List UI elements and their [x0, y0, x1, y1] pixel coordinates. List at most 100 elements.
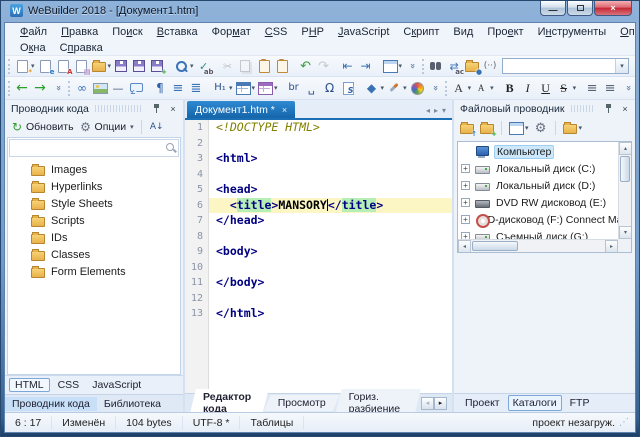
browser-preview-button[interactable]: ▾	[381, 57, 404, 75]
code-editor[interactable]: 1<!DOCTYPE HTML>23<html>45<head>6 <title…	[185, 120, 452, 393]
folder-up-button[interactable]: ↑	[458, 119, 476, 137]
toolbar-overflow-button[interactable]: »	[49, 79, 67, 97]
code-explorer-search-input[interactable]	[10, 141, 164, 155]
paragraph-button[interactable]: ¶	[151, 79, 169, 97]
menu-item-0-11[interactable]: Инструменты	[531, 25, 614, 39]
scrollbar-thumb[interactable]	[620, 156, 630, 182]
document-tab[interactable]: Документ1.htm * ×	[187, 101, 295, 118]
file-tree-row[interactable]: +CD-дисковод (F:) Connect Mana	[458, 211, 618, 228]
refresh-button[interactable]: ↻ Обновить	[9, 118, 76, 136]
tree-item[interactable]: Form Elements	[8, 263, 180, 280]
scrollbar-thumb[interactable]	[472, 241, 518, 251]
menu-item-0-4[interactable]: Формат	[205, 25, 258, 39]
expander-icon[interactable]: +	[461, 164, 470, 173]
bold-button[interactable]: B	[501, 79, 519, 97]
clipboard-button[interactable]	[273, 57, 291, 75]
menu-item-0-12[interactable]: Опции	[613, 25, 636, 39]
settings-button[interactable]: ⚙	[532, 119, 550, 137]
tree-item[interactable]: Scripts	[8, 212, 180, 229]
undo-button[interactable]: ↶	[297, 57, 315, 75]
editor-view-tab-2[interactable]: Гориз. разбиение	[335, 389, 421, 412]
resize-grip-icon[interactable]: ⋰	[619, 417, 629, 428]
left-panel-tab-1[interactable]: Библиотека	[97, 397, 168, 411]
save-all-button[interactable]	[130, 57, 148, 75]
align-left-button[interactable]: ≡	[583, 79, 601, 97]
editor-view-tab-0[interactable]: Редактор кода	[189, 389, 269, 412]
expander-icon[interactable]: +	[461, 181, 470, 190]
chevron-down-icon[interactable]: ▾	[615, 59, 628, 73]
close-tab-icon[interactable]: ×	[282, 105, 287, 115]
menu-item-1-1[interactable]: Справка	[53, 41, 110, 55]
menu-item-0-6[interactable]: PHP	[294, 25, 331, 39]
editor-view-tab-1[interactable]: Просмотр	[264, 395, 340, 411]
search-combobox-input[interactable]	[503, 60, 615, 72]
menu-item-0-0[interactable]: Файл	[13, 25, 54, 39]
heading-button[interactable]: H₁▾	[211, 79, 234, 97]
menu-item-0-2[interactable]: Поиск	[105, 25, 150, 39]
color-picker-button[interactable]	[408, 79, 426, 97]
find-in-files-button[interactable]: ●	[463, 57, 481, 75]
decrease-indent-button[interactable]: ⇤	[339, 57, 357, 75]
file-tree-row[interactable]: +Съемный диск (G:)	[458, 228, 618, 239]
increase-indent-button[interactable]: ⇥	[357, 57, 375, 75]
font-decrease-button[interactable]: A▾	[472, 79, 495, 97]
sort-button[interactable]: A↓	[147, 118, 167, 136]
doc-type-tab-0[interactable]: HTML	[9, 378, 50, 392]
tree-item[interactable]: IDs	[8, 229, 180, 246]
right-panel-tab-2[interactable]: FTP	[566, 396, 594, 410]
expander-icon[interactable]: +	[461, 198, 470, 207]
search-button[interactable]: ▾	[172, 57, 195, 75]
find-button[interactable]	[427, 57, 445, 75]
copy-button[interactable]	[237, 57, 255, 75]
italic-button[interactable]: I	[519, 79, 537, 97]
close-panel-button[interactable]: ×	[618, 102, 632, 116]
menu-item-0-7[interactable]: JavaScript	[331, 25, 396, 39]
scroll-left-icon[interactable]: ◂	[421, 397, 434, 410]
options-button[interactable]: ⚙ Опции ▾	[78, 118, 136, 136]
numbered-list-button[interactable]: ≣	[187, 79, 205, 97]
expander-icon[interactable]: +	[461, 215, 470, 224]
save-button[interactable]	[112, 57, 130, 75]
replace-button[interactable]: ⇄ac	[445, 57, 463, 75]
insert-link-button[interactable]: ∞	[73, 79, 91, 97]
file-tree-row[interactable]: +Локальный диск (C:)	[458, 160, 618, 177]
left-panel-tab-0[interactable]: Проводник кода	[5, 397, 97, 411]
insert-table-button[interactable]: ▾	[234, 79, 257, 97]
insert-comment-button[interactable]	[127, 79, 145, 97]
menu-item-1-0[interactable]: Окна	[13, 41, 53, 55]
menu-item-0-10[interactable]: Проект	[480, 25, 530, 39]
forward-button[interactable]: →	[31, 79, 49, 97]
menu-item-0-9[interactable]: Вид	[446, 25, 480, 39]
bullet-list-button[interactable]: ≡	[169, 79, 187, 97]
scroll-down-icon[interactable]: ▾	[619, 226, 632, 239]
tab-scroll-right-icon[interactable]: ▸	[434, 106, 438, 115]
pin-panel-button[interactable]	[601, 102, 615, 116]
right-panel-tab-0[interactable]: Проект	[461, 396, 504, 410]
find-next-button[interactable]: ▾	[632, 57, 636, 75]
scrollbar-track[interactable]	[619, 183, 631, 226]
file-tree-row[interactable]: +DVD RW дисковод (E:)	[458, 194, 618, 211]
redo-button[interactable]: ↷	[315, 57, 333, 75]
new-folder-button[interactable]: +	[478, 119, 496, 137]
line-break-button[interactable]: br	[285, 79, 303, 97]
expander-icon[interactable]: +	[461, 232, 470, 239]
menu-item-0-1[interactable]: Правка	[54, 25, 105, 39]
back-button[interactable]: ←	[13, 79, 31, 97]
vertical-scrollbar[interactable]: ▴ ▾	[618, 142, 631, 239]
special-char-button[interactable]: Ω	[321, 79, 339, 97]
tab-list-icon[interactable]: ▾	[442, 106, 446, 115]
close-panel-button[interactable]: ×	[166, 102, 180, 116]
cut-button[interactable]: ✂	[219, 57, 237, 75]
print-document-button[interactable]: ▤	[72, 57, 90, 75]
scroll-up-icon[interactable]: ▴	[619, 142, 632, 155]
underline-button[interactable]: U	[537, 79, 555, 97]
tree-item[interactable]: Images	[8, 161, 180, 178]
horizontal-scrollbar[interactable]: ◂ ▸	[458, 239, 618, 252]
strikethrough-button[interactable]: S▾	[555, 79, 578, 97]
file-tree-row[interactable]: Компьютер	[458, 143, 618, 160]
new-document-button[interactable]: *▾	[13, 57, 36, 75]
scroll-right-icon[interactable]: ▸	[434, 397, 447, 410]
tree-item[interactable]: Style Sheets	[8, 195, 180, 212]
tab-scroll-left-icon[interactable]: ◂	[426, 106, 430, 115]
scroll-left-icon[interactable]: ◂	[458, 240, 471, 253]
